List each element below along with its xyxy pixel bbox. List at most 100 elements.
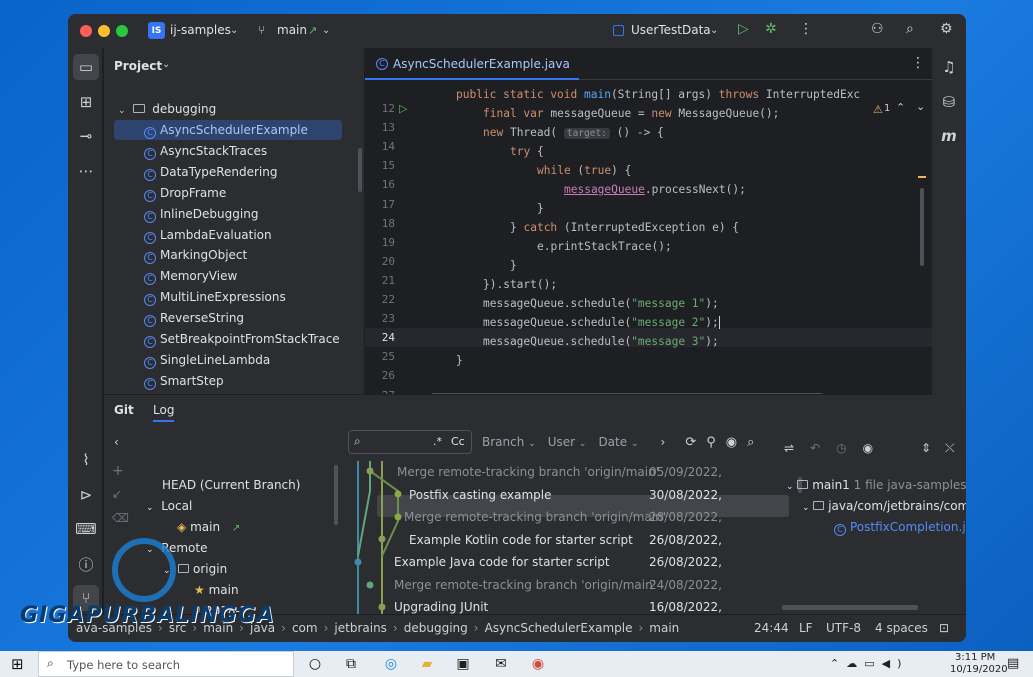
- branch-local-main[interactable]: ◈ main ↗: [177, 517, 240, 538]
- tree-item[interactable]: C LambdaEvaluation: [144, 225, 272, 245]
- run-config-selector[interactable]: UserTestData: [631, 23, 711, 37]
- windows-start-icon[interactable]: ⊞: [11, 655, 24, 673]
- details-root[interactable]: ⌄ main1 1 file java-samples/sr: [786, 475, 966, 496]
- commit-row[interactable]: Postfix casting example 30/08/2022,: [344, 484, 759, 506]
- warning-icon[interactable]: ⚠: [873, 103, 883, 116]
- structure-icon[interactable]: ⊞: [73, 89, 99, 115]
- tab-log[interactable]: Log: [153, 403, 175, 422]
- clock-time[interactable]: 3:11 PM: [955, 652, 995, 663]
- tree-item[interactable]: C DataTypeRendering: [144, 162, 278, 182]
- search-icon[interactable]: ⌕: [747, 435, 754, 450]
- profiler-icon[interactable]: ⌇: [73, 447, 99, 473]
- taskbar-search[interactable]: ⌕ Type here to search: [38, 651, 294, 677]
- tree-item[interactable]: C SingleLineLambda: [144, 350, 270, 370]
- more-vertical-icon[interactable]: ⋮: [911, 55, 925, 71]
- add-user-icon[interactable]: ⚇: [871, 21, 884, 37]
- commit-row[interactable]: Merge remote-tracking branch 'origin/mai…: [344, 574, 759, 596]
- read-only-lock-icon[interactable]: ⊡: [939, 621, 949, 635]
- eye-icon[interactable]: ◉: [863, 441, 873, 455]
- line-separator[interactable]: LF: [799, 621, 813, 635]
- search-icon[interactable]: ⌕: [906, 21, 914, 37]
- more-vertical-icon[interactable]: ⋮: [799, 21, 813, 37]
- chevron-up-icon[interactable]: ⌃: [896, 101, 905, 114]
- tab-git[interactable]: Git: [114, 403, 134, 417]
- more-tools-icon[interactable]: ⋯: [73, 158, 99, 184]
- breadcrumb-item[interactable]: debugging: [404, 621, 468, 635]
- terminal-icon[interactable]: ⌨: [73, 516, 99, 542]
- mail-icon[interactable]: ✉: [490, 654, 512, 674]
- branch-local-group[interactable]: ⌄ Local: [146, 496, 192, 517]
- tree-item[interactable]: C ReverseString: [144, 308, 244, 328]
- tree-item[interactable]: C MultiLineExpressions: [144, 287, 286, 307]
- tree-item[interactable]: C DropFrame: [144, 183, 226, 203]
- branch-selector[interactable]: main: [277, 23, 307, 37]
- tree-item[interactable]: C MarkingObject: [144, 245, 247, 265]
- user-filter[interactable]: User ⌄: [548, 435, 587, 449]
- store-icon[interactable]: ▣: [452, 654, 474, 674]
- tree-folder-debugging[interactable]: ⌄ debugging: [118, 99, 216, 119]
- warning-marker[interactable]: [918, 176, 926, 178]
- tree-item[interactable]: C AsyncStackTraces: [144, 141, 267, 161]
- clock-date[interactable]: 10/19/2020: [950, 664, 1008, 675]
- debug-icon[interactable]: ✲: [765, 21, 777, 37]
- breadcrumb-item[interactable]: AsyncSchedulerExample: [485, 621, 633, 635]
- case-toggle[interactable]: Cc: [451, 435, 465, 448]
- log-search-input[interactable]: ⌕ .* Cc: [348, 430, 472, 454]
- cortana-icon[interactable]: ○: [304, 654, 326, 674]
- details-path[interactable]: ⌄ java/com/jetbrains/compl: [802, 496, 966, 517]
- settings-gear-icon[interactable]: ⚙: [940, 21, 953, 37]
- database-icon[interactable]: ⛁: [936, 89, 962, 115]
- task-view-icon[interactable]: ⧉: [340, 654, 362, 674]
- expand-all-icon[interactable]: ⇕: [921, 441, 931, 455]
- commit-row[interactable]: Merge remote-tracking branch 'origin/mai…: [344, 506, 759, 528]
- branch-origin-main[interactable]: ★ main: [194, 580, 239, 601]
- branch-filter[interactable]: Branch ⌄: [482, 435, 536, 449]
- chevron-right-icon[interactable]: ›: [661, 435, 666, 449]
- close-window-button[interactable]: [80, 25, 92, 37]
- collapse-all-icon[interactable]: ⤬: [945, 441, 955, 456]
- commit-row[interactable]: Example Kotlin code for starter script 26…: [344, 529, 759, 551]
- refresh-icon[interactable]: ⟳: [685, 435, 696, 450]
- maximize-window-button[interactable]: [116, 25, 128, 37]
- system-tray-icons[interactable]: ⌃☁▭◀): [830, 657, 908, 670]
- notification-center-icon[interactable]: ▤: [1007, 656, 1019, 671]
- branch-head[interactable]: HEAD (Current Branch): [162, 475, 300, 496]
- tree-item[interactable]: C InlineDebugging: [144, 204, 258, 224]
- file-explorer-icon[interactable]: ▰: [416, 654, 438, 674]
- minimize-window-button[interactable]: [98, 25, 110, 37]
- tree-item[interactable]: C MemoryView: [144, 266, 237, 286]
- regex-toggle[interactable]: .*: [433, 435, 442, 448]
- project-scrollbar[interactable]: [358, 148, 362, 192]
- commit-row[interactable]: Example Java code for starter script 26/0…: [344, 551, 759, 573]
- tree-item[interactable]: C AsyncSchedulerExample: [144, 120, 308, 140]
- project-selector[interactable]: ij-samples: [170, 23, 231, 37]
- chrome-icon[interactable]: ◉: [527, 654, 549, 674]
- details-file[interactable]: C PostfixCompletion.java: [834, 517, 966, 538]
- diff-arrows-icon[interactable]: ⇌: [784, 441, 794, 455]
- commit-icon[interactable]: ⊸: [73, 123, 99, 149]
- breadcrumb-item[interactable]: com: [292, 621, 318, 635]
- run-icon[interactable]: ▷: [738, 21, 749, 37]
- commit-row[interactable]: Merge remote-tracking branch 'origin/mai…: [344, 461, 759, 483]
- eye-icon[interactable]: ◉: [726, 435, 737, 450]
- branches-scrollbar[interactable]: [334, 465, 338, 525]
- notifications-bell-icon[interactable]: ♫: [936, 54, 962, 80]
- services-icon[interactable]: ⊳: [73, 482, 99, 508]
- problems-icon[interactable]: ⓘ: [73, 551, 99, 577]
- details-hscrollbar[interactable]: [782, 605, 918, 610]
- edge-icon[interactable]: ◎: [380, 654, 402, 674]
- run-gutter-icon[interactable]: ▷: [399, 102, 407, 115]
- editor-vscrollbar[interactable]: [920, 188, 924, 266]
- chevron-down-icon[interactable]: ⌄: [162, 59, 170, 70]
- caret-position[interactable]: 24:44: [754, 621, 789, 635]
- project-panel-title[interactable]: Project: [114, 59, 162, 73]
- chevron-down-icon[interactable]: ⌄: [916, 100, 925, 113]
- tree-item[interactable]: C SetBreakpointFromStackTrace: [144, 329, 340, 349]
- collapse-left-icon[interactable]: ‹: [114, 435, 119, 449]
- ai-assistant-icon[interactable]: m: [936, 123, 962, 149]
- indent-setting[interactable]: 4 spaces: [875, 621, 928, 635]
- tab-async-scheduler[interactable]: C AsyncSchedulerExample.java: [365, 48, 579, 80]
- cherry-pick-icon[interactable]: ⚲: [706, 435, 716, 450]
- file-encoding[interactable]: UTF-8: [826, 621, 861, 635]
- project-folder-icon[interactable]: ▭: [73, 54, 99, 80]
